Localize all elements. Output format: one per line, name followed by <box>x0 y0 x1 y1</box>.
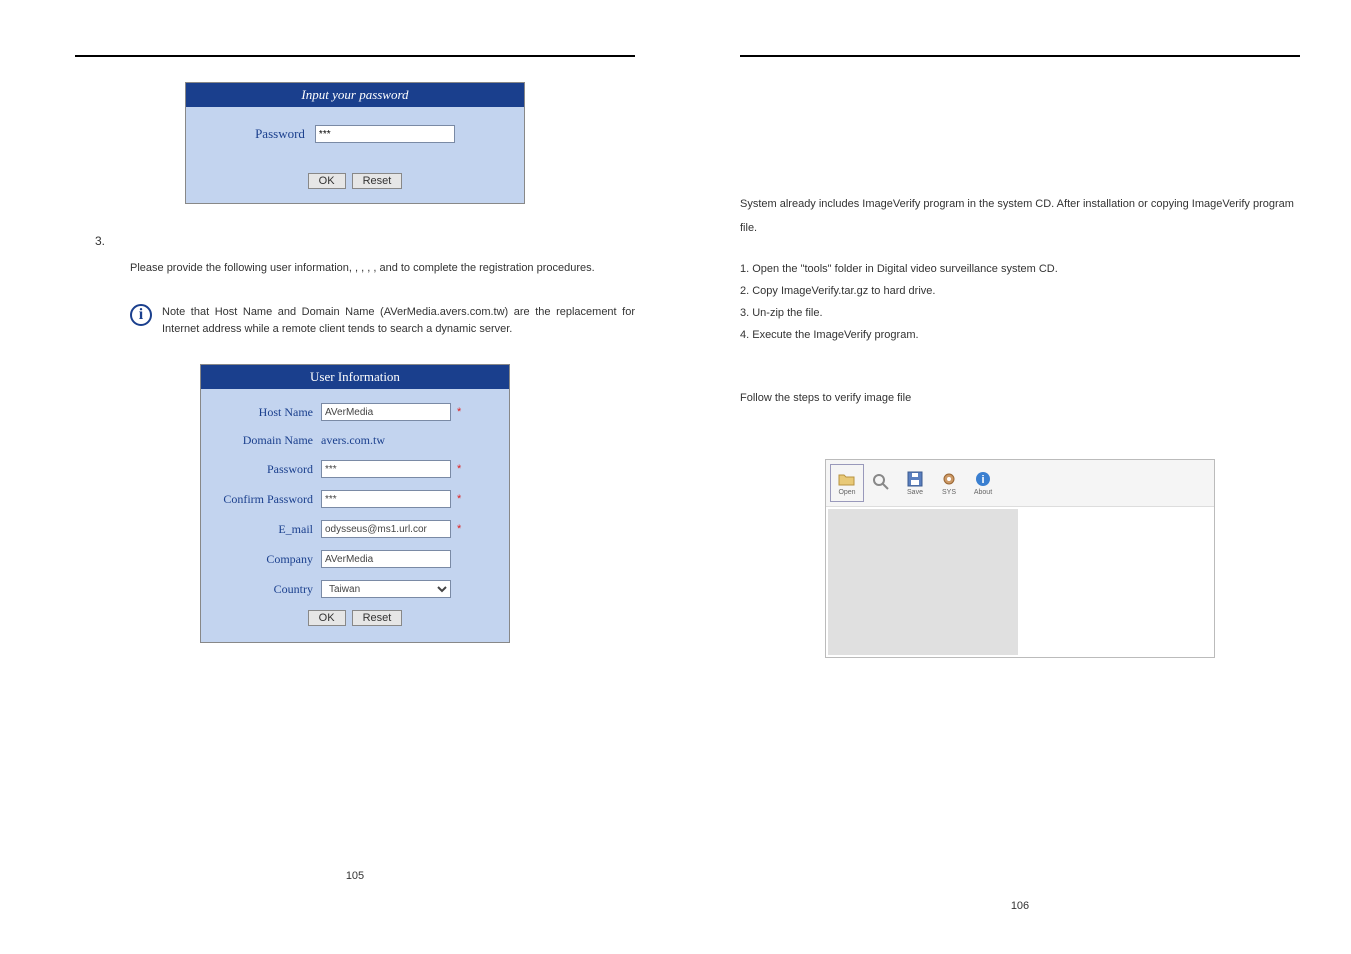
save-button[interactable]: Save <box>898 464 932 502</box>
password-dialog-body: Password OK Reset <box>186 107 524 203</box>
reset-button[interactable]: Reset <box>352 173 403 189</box>
step-3: 3. Un-zip the file. <box>740 302 1300 324</box>
divider <box>75 55 635 57</box>
folder-icon <box>837 470 857 488</box>
password-row: Password <box>255 125 455 143</box>
required-mark: * <box>457 463 461 475</box>
company-input[interactable] <box>321 550 451 568</box>
password-dialog: Input your password Password OK Reset <box>185 82 525 204</box>
info-icon: i <box>130 304 152 326</box>
imageverify-window: Open Save SYS <box>825 459 1215 658</box>
verify-right-pane <box>1022 509 1212 655</box>
required-mark: * <box>457 493 461 505</box>
country-label: Country <box>221 582 321 597</box>
step-4: 4. Execute the ImageVerify program. <box>740 324 1300 346</box>
ok-button[interactable]: OK <box>308 610 346 626</box>
confirm-password-row: Confirm Password * <box>221 490 489 508</box>
password-row: Password * <box>221 460 489 478</box>
country-select[interactable]: Taiwan <box>321 580 451 598</box>
required-mark: * <box>457 406 461 418</box>
company-label: Company <box>221 552 321 567</box>
save-label: Save <box>907 489 923 496</box>
password-label: Password <box>255 126 305 142</box>
email-label: E_mail <box>221 522 321 537</box>
svg-text:i: i <box>981 474 984 486</box>
divider <box>740 55 1300 57</box>
info-note: i Note that Host Name and Domain Name (A… <box>130 304 635 339</box>
hostname-input[interactable] <box>321 403 451 421</box>
magnifier-icon <box>871 473 891 491</box>
open-button[interactable]: Open <box>830 464 864 502</box>
sys-button[interactable]: SYS <box>932 464 966 502</box>
page-number-right: 106 <box>740 900 1300 912</box>
info-icon: i <box>973 470 993 488</box>
country-row: Country Taiwan <box>221 580 489 598</box>
password-input[interactable] <box>315 125 455 143</box>
domain-value: avers.com.tw <box>321 433 385 448</box>
info-text: Note that Host Name and Domain Name (AVe… <box>162 304 635 339</box>
password-input[interactable] <box>321 460 451 478</box>
step-number: 3. <box>95 234 635 248</box>
domain-label: Domain Name <box>221 433 321 448</box>
open-label: Open <box>838 489 855 496</box>
intro-text: System already includes ImageVerify prog… <box>740 192 1300 240</box>
reset-button[interactable]: Reset <box>352 610 403 626</box>
spacer <box>740 429 1300 459</box>
email-row: E_mail * <box>221 520 489 538</box>
verify-body <box>826 507 1214 657</box>
user-info-dialog: User Information Host Name * Domain Name… <box>200 364 510 643</box>
email-input[interactable] <box>321 520 451 538</box>
about-label: About <box>974 489 992 496</box>
step-2: 2. Copy ImageVerify.tar.gz to hard drive… <box>740 280 1300 302</box>
sys-label: SYS <box>942 489 956 496</box>
required-mark: * <box>457 523 461 535</box>
hostname-label: Host Name <box>221 405 321 420</box>
page-right: System already includes ImageVerify prog… <box>740 55 1300 658</box>
follow-text: Follow the steps to verify image file <box>740 386 1300 410</box>
page-number-left: 105 <box>75 870 635 882</box>
domain-row: Domain Name avers.com.tw <box>221 433 489 448</box>
password-dialog-title: Input your password <box>186 83 524 107</box>
steps-list: 1. Open the "tools" folder in Digital vi… <box>740 258 1300 346</box>
confirm-password-input[interactable] <box>321 490 451 508</box>
confirm-password-label: Confirm Password <box>221 492 321 507</box>
toolbar: Open Save SYS <box>826 460 1214 507</box>
password-label: Password <box>221 462 321 477</box>
company-row: Company <box>221 550 489 568</box>
verify-button[interactable] <box>864 464 898 502</box>
step-text: Please provide the following user inform… <box>130 258 625 279</box>
page-left: Input your password Password OK Reset 3.… <box>75 55 635 643</box>
user-info-button-row: OK Reset <box>221 610 489 626</box>
step-1: 1. Open the "tools" folder in Digital vi… <box>740 258 1300 280</box>
spacer <box>740 82 1300 192</box>
user-info-title: User Information <box>201 365 509 389</box>
password-button-row: OK Reset <box>308 173 403 189</box>
about-button[interactable]: i About <box>966 464 1000 502</box>
hostname-row: Host Name * <box>221 403 489 421</box>
disk-icon <box>905 470 925 488</box>
ok-button[interactable]: OK <box>308 173 346 189</box>
verify-left-pane <box>828 509 1018 655</box>
user-info-body: Host Name * Domain Name avers.com.tw Pas… <box>201 389 509 642</box>
gear-icon <box>939 470 959 488</box>
